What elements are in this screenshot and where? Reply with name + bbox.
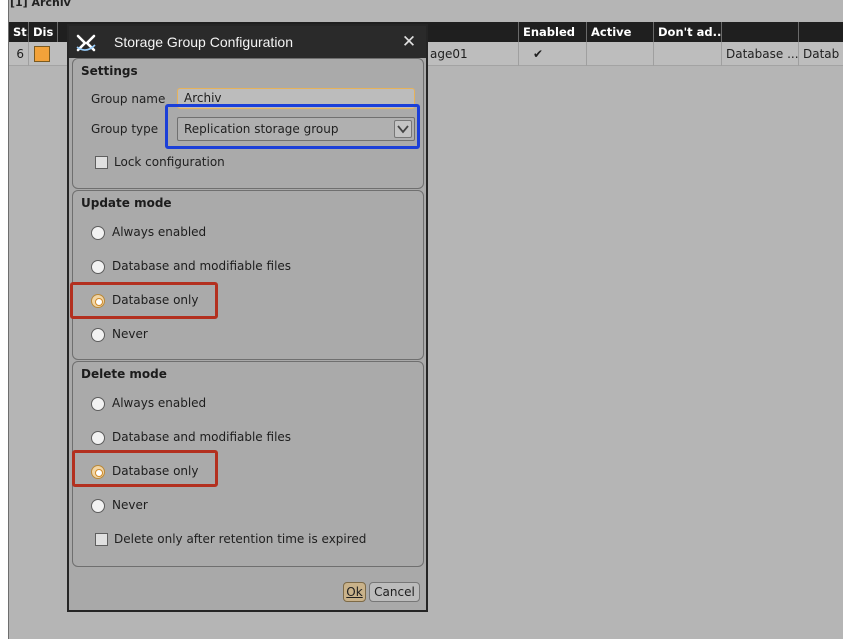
enabled-check-icon: ✔ (519, 42, 587, 66)
column-header-dont-add[interactable]: Don't ad... (654, 22, 722, 42)
group-name-field[interactable]: Archiv (177, 88, 415, 109)
radio-label: Database and modifiable files (112, 430, 292, 444)
settings-title: Settings (81, 64, 138, 78)
delete-mode-section: Delete mode Always enabled Database and … (72, 361, 424, 567)
dialog-titlebar[interactable]: Storage Group Configuration ✕ (69, 26, 426, 58)
settings-section: Settings Group name Archiv Group type Re… (72, 58, 424, 189)
row-active-value (587, 42, 654, 66)
column-header-7[interactable] (722, 22, 799, 42)
close-icon[interactable]: ✕ (398, 31, 420, 53)
radio-label: Always enabled (112, 225, 207, 239)
column-header-enabled[interactable]: Enabled (519, 22, 587, 42)
update-mode-section: Update mode Always enabled Database and … (72, 190, 424, 360)
radio-button-selected[interactable] (91, 465, 105, 479)
column-header-display[interactable]: Dis (29, 22, 58, 42)
group-type-value: Replication storage group (184, 122, 339, 136)
row-st-value: 6 (9, 42, 29, 66)
chevron-down-icon[interactable] (394, 120, 412, 138)
lock-configuration-label: Lock configuration (114, 155, 225, 169)
radio-label: Database only (112, 293, 199, 307)
delete-mode-title: Delete mode (81, 367, 167, 381)
row-col8-value: Datab (803, 47, 840, 61)
radio-button[interactable] (91, 397, 105, 411)
xray-logo-icon (76, 34, 96, 52)
radio-button[interactable] (91, 499, 105, 513)
group-type-label: Group type (91, 122, 159, 136)
panel-title: [1] Archiv (10, 0, 71, 9)
lock-configuration-checkbox[interactable] (95, 156, 108, 169)
color-swatch (34, 46, 50, 62)
radio-label: Never (112, 498, 148, 512)
ok-button-label: Ok (346, 585, 363, 599)
radio-button-selected[interactable] (91, 294, 105, 308)
column-header-8[interactable] (799, 22, 843, 42)
radio-button[interactable] (91, 226, 105, 240)
group-type-select[interactable]: Replication storage group (177, 117, 415, 141)
retention-checkbox[interactable] (95, 533, 108, 546)
radio-label: Always enabled (112, 396, 207, 410)
radio-label: Database only (112, 464, 199, 478)
row-col7-value: Database ... (722, 42, 799, 66)
radio-button[interactable] (91, 260, 105, 274)
radio-button[interactable] (91, 431, 105, 445)
cancel-button-label: Cancel (374, 585, 415, 599)
cancel-button[interactable]: Cancel (369, 582, 420, 602)
column-header-st[interactable]: St... (9, 22, 29, 42)
radio-label: Database and modifiable files (112, 259, 292, 273)
row-dont-add-value (654, 42, 722, 66)
column-header-active[interactable]: Active (587, 22, 654, 42)
storage-group-dialog: Storage Group Configuration ✕ Settings G… (67, 24, 428, 612)
radio-button[interactable] (91, 328, 105, 342)
radio-label: Never (112, 327, 148, 341)
retention-label: Delete only after retention time is expi… (114, 532, 367, 546)
update-mode-title: Update mode (81, 196, 172, 210)
group-name-label: Group name (91, 92, 166, 106)
ok-button[interactable]: Ok (343, 582, 366, 602)
dialog-title: Storage Group Configuration (114, 34, 293, 50)
